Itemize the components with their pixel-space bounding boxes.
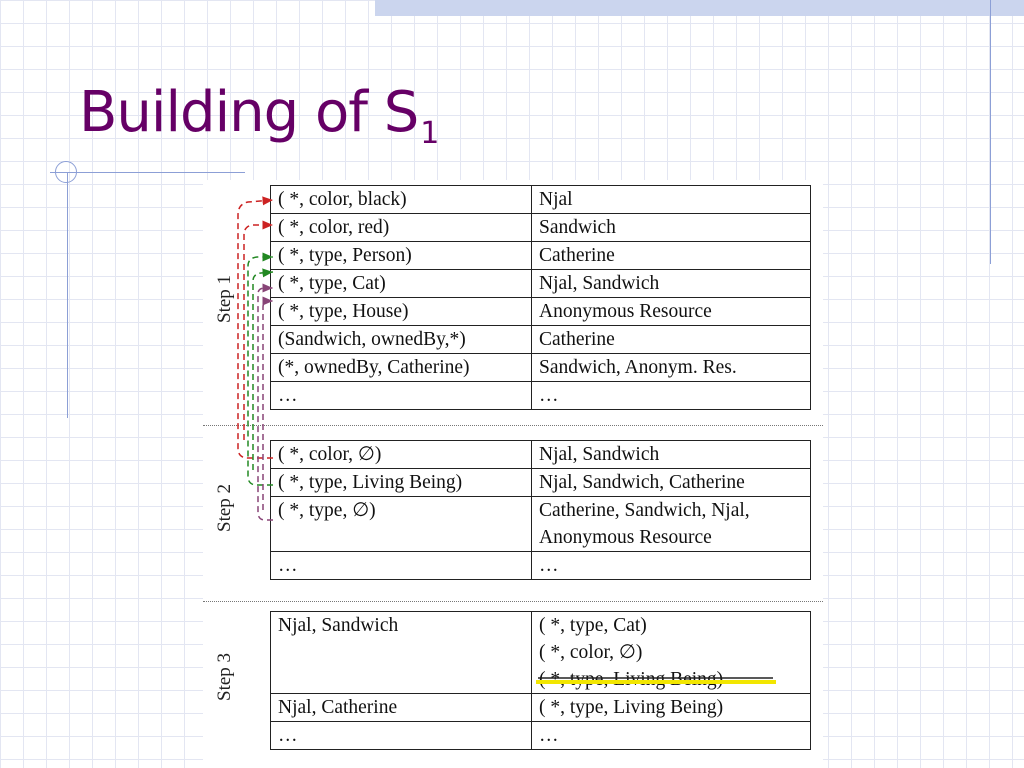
arrow-green-outer [247,252,273,486]
slide-title-subscript: 1 [420,116,439,151]
right-decor-line [990,0,991,264]
step-diagram: Step 1 ( *, color, black) Njal ( *, color… [203,180,823,768]
top-decor-bar [375,0,1024,16]
arrow-purple-inner [262,296,273,510]
left-decor-line [67,172,68,418]
slide-title: Building of S1 [79,80,439,151]
connector-arrows [237,196,776,684]
decor-circle [55,161,77,183]
slide-title-text: Building of S [79,80,419,145]
title-underline [50,172,245,173]
